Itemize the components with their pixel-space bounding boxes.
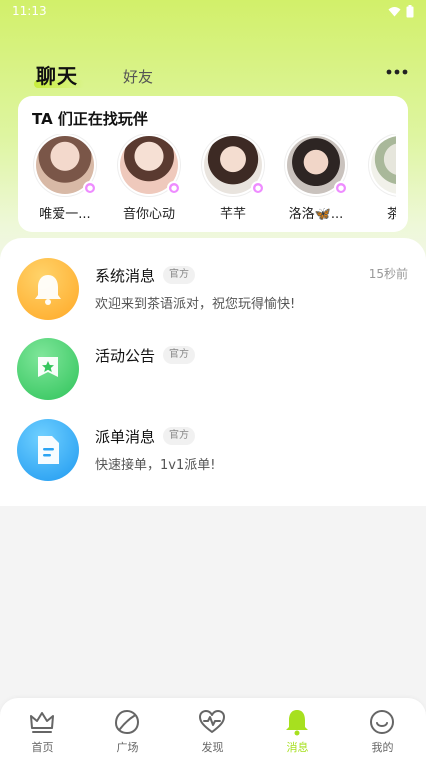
finder-person-name: 芊芊	[219, 207, 246, 222]
message-preview: 快速接单，1v1派单!	[95, 458, 216, 473]
message-item-dispatch[interactable]: 派单消息 官方 快速接单，1v1派单!	[0, 419, 426, 489]
message-list: 系统消息 官方 15秒前 欢迎来到茶语派对，祝您玩得愉快! 活动公告 官方 派单…	[0, 238, 426, 506]
nav-label: 消息	[286, 741, 309, 754]
message-title: 活动公告	[95, 347, 156, 365]
finder-person-name: 茶语	[386, 207, 396, 222]
message-item-activity[interactable]: 活动公告 官方	[0, 338, 426, 408]
message-title: 派单消息	[95, 428, 156, 446]
official-badge: 官方	[163, 427, 195, 445]
avatar[interactable]: ●	[34, 134, 97, 196]
finder-person-name: 唯爱一...	[39, 207, 91, 222]
heart-pulse-icon	[199, 710, 225, 733]
system-message-icon	[17, 258, 79, 320]
message-preview: 欢迎来到茶语派对，祝您玩得愉快!	[95, 297, 296, 312]
online-indicator-icon: ●	[334, 181, 348, 195]
finder-person-name: 音你心动	[122, 207, 175, 222]
avatar[interactable]: ●	[118, 134, 181, 196]
dispatch-message-icon	[17, 419, 79, 481]
message-title: 系统消息	[95, 267, 156, 285]
bell-icon	[35, 275, 61, 305]
finder-title: TA 们正在找玩伴	[32, 110, 148, 128]
tab-friends[interactable]: 好友	[123, 66, 153, 87]
message-item-system[interactable]: 系统消息 官方 15秒前 欢迎来到茶语派对，祝您玩得愉快!	[0, 258, 426, 328]
nav-label: 我的	[371, 741, 394, 754]
online-indicator-icon: ●	[167, 181, 181, 195]
online-indicator-icon: ●	[251, 181, 265, 195]
nav-home[interactable]: 首页	[0, 698, 85, 759]
finder-list: ● 唯爱一... ● 音你心动 ● 芊芊 ● 洛洛🦋... 茶	[18, 134, 396, 232]
wifi-icon	[388, 6, 401, 16]
battery-icon	[406, 4, 414, 17]
document-icon	[38, 436, 59, 464]
chat-header: 聊天 好友	[0, 58, 426, 94]
finder-person-name: 洛洛🦋...	[288, 207, 344, 222]
finder-person[interactable]: ● 唯爱一...	[25, 134, 105, 222]
flag-star-icon	[38, 357, 58, 377]
leaf-icon	[114, 709, 140, 735]
nav-label: 广场	[116, 741, 139, 754]
tab-chat[interactable]: 聊天	[36, 60, 78, 89]
nav-label: 首页	[31, 741, 54, 754]
finder-person[interactable]: ● 芊芊	[193, 134, 273, 222]
status-icons	[388, 4, 414, 18]
avatar[interactable]: ●	[285, 134, 348, 196]
official-badge: 官方	[163, 346, 195, 364]
status-bar: 11:13	[0, 0, 426, 22]
activity-announcement-icon	[17, 338, 79, 400]
avatar[interactable]	[369, 134, 396, 196]
more-button[interactable]	[384, 62, 410, 82]
finder-person[interactable]: ● 音你心动	[109, 134, 189, 222]
online-indicator-icon: ●	[83, 181, 97, 195]
nav-messages[interactable]: 消息	[255, 698, 340, 759]
bell-icon	[286, 710, 308, 736]
nav-discover[interactable]: 发现	[170, 698, 255, 759]
finder-person[interactable]: ● 洛洛🦋...	[276, 134, 356, 222]
avatar[interactable]: ●	[202, 134, 265, 196]
finder-person[interactable]: 茶语	[360, 134, 396, 222]
official-badge: 官方	[163, 266, 195, 284]
smile-face-icon	[370, 710, 394, 734]
more-dots-icon	[386, 69, 408, 75]
status-time: 11:13	[12, 4, 47, 18]
nav-label: 发现	[201, 741, 224, 754]
crown-icon	[30, 712, 54, 733]
message-time: 15秒前	[368, 267, 408, 281]
nav-profile[interactable]: 我的	[340, 698, 425, 759]
nav-square[interactable]: 广场	[85, 698, 170, 759]
playmate-finder-card: TA 们正在找玩伴 ● 唯爱一... ● 音你心动 ● 芊芊 ● 洛洛🦋... …	[18, 96, 408, 232]
bottom-navigation: 首页 广场 发现 消息 我的	[0, 698, 426, 759]
